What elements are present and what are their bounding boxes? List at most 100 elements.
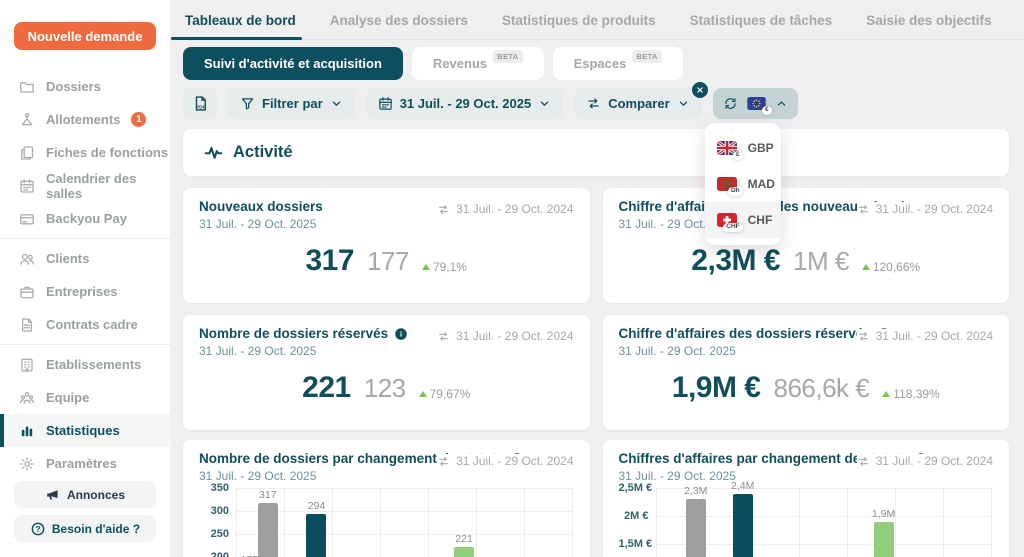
currency-code: MAD bbox=[747, 177, 775, 191]
card-period: 31 Juil. - 29 Oct. 2025 bbox=[199, 469, 317, 483]
sidebar-item-users[interactable]: Clients bbox=[0, 242, 170, 275]
tab-1[interactable]: Analyse des dossiers bbox=[328, 13, 470, 39]
currency-dropdown: £ GBP Dh MAD CHF CHF bbox=[704, 123, 781, 245]
clear-compare-button[interactable] bbox=[691, 82, 708, 98]
tab-4[interactable]: Saisie des objectifs bbox=[864, 13, 993, 39]
gridline bbox=[523, 488, 525, 557]
sidebar-item-label: Clients bbox=[46, 251, 90, 266]
filter-button[interactable]: Filtrer par bbox=[228, 88, 355, 119]
question-icon: ? bbox=[30, 521, 46, 537]
gridline bbox=[943, 488, 945, 557]
card-compare-period: 31 Juil. - 29 Oct. 2024 bbox=[856, 202, 993, 216]
gridline bbox=[379, 488, 381, 557]
sidebar-item-chart[interactable]: Statistiques bbox=[0, 414, 170, 447]
divider bbox=[0, 238, 170, 239]
sidebar-item-label: Entreprises bbox=[46, 284, 118, 299]
currency-option-gbp[interactable]: £ GBP bbox=[705, 130, 781, 166]
gridline bbox=[283, 488, 285, 557]
tab-2[interactable]: Statistiques de produits bbox=[500, 13, 658, 39]
stat-delta: 120,66% bbox=[861, 260, 921, 274]
subtab-0[interactable]: Suivi d'activité et acquisition bbox=[183, 47, 403, 80]
bar-chart: 2,5M € 2M € 1,5M € 2,3M 2,4M 1,9M bbox=[618, 480, 994, 557]
stat-delta: 79,67% bbox=[418, 387, 470, 401]
sidebar-item-hanger[interactable]: Allotements 1 bbox=[0, 103, 170, 136]
card-period: 31 Juil. - 29 Oct. 2025 bbox=[618, 344, 736, 358]
stat-delta-value: 120,66% bbox=[872, 260, 921, 274]
sidebar-item-calendar[interactable]: Calendrier des salles bbox=[0, 169, 170, 202]
chf-flag-icon: CHF bbox=[716, 213, 743, 232]
stat-previous-value: 1M € bbox=[793, 246, 849, 276]
users-icon bbox=[19, 251, 35, 267]
sidebar-item-label: Allotements bbox=[46, 112, 121, 127]
divider bbox=[0, 344, 170, 345]
sidebar-item-label: Contrats cadre bbox=[46, 317, 138, 332]
stat-card: Chiffre d'affaires estimé des nouveaux d… bbox=[602, 188, 1009, 303]
tab-3[interactable]: Statistiques de tâches bbox=[688, 13, 835, 39]
calendar-icon bbox=[19, 178, 35, 194]
y-axis-tick: 300 bbox=[210, 505, 229, 517]
beta-badge: BETA bbox=[493, 50, 523, 63]
sidebar-item-copy[interactable]: Fiches de fonctions bbox=[0, 136, 170, 169]
sidebar-item-label: Equipe bbox=[46, 390, 90, 405]
announcements-button[interactable]: Annonces bbox=[14, 481, 156, 508]
sidebar-item-card[interactable]: Backyou Pay bbox=[0, 202, 170, 235]
subtab-2[interactable]: Espaces BETA bbox=[552, 47, 683, 80]
currency-symbol-badge: CHF bbox=[723, 222, 743, 232]
compare-icon bbox=[437, 203, 450, 216]
chart-bar bbox=[454, 547, 475, 557]
increase-triangle-icon bbox=[418, 391, 427, 397]
date-range-button[interactable]: 31 Juil. - 29 Oct. 2025 bbox=[365, 88, 564, 119]
copy-icon bbox=[19, 145, 35, 161]
mad-flag-icon: Dh bbox=[716, 177, 743, 196]
subtab-1[interactable]: Revenus BETA bbox=[411, 47, 544, 80]
chart-cards-grid: Nombre de dossiers par changement de sta… bbox=[183, 440, 1009, 557]
tab-0[interactable]: Tableaux de bord bbox=[171, 13, 302, 40]
sidebar-item-label: Dossiers bbox=[46, 79, 101, 94]
y-axis-tick: 2M € bbox=[624, 510, 649, 522]
card-period: 31 Juil. - 29 Oct. 2025 bbox=[199, 217, 317, 231]
stat-values: 2,3M € 1M € 120,66% bbox=[619, 244, 994, 278]
sidebar-item-briefcase[interactable]: Entreprises bbox=[0, 275, 170, 308]
chart-bar-label: 294 bbox=[307, 499, 326, 512]
chart-bar bbox=[257, 503, 278, 557]
sidebar-nav: Dossiers Allotements 1 Fiches de fonctions C… bbox=[0, 70, 170, 480]
y-axis-tick: 200 bbox=[210, 551, 229, 557]
sidebar-item-team[interactable]: Equipe bbox=[0, 381, 170, 414]
section-title: Activité bbox=[233, 143, 293, 161]
currency-button[interactable]: € bbox=[712, 88, 798, 119]
chevron-down-icon bbox=[538, 97, 551, 110]
calendar-icon bbox=[378, 96, 393, 111]
eu-flag-icon: € bbox=[746, 97, 772, 115]
compare-icon bbox=[857, 203, 870, 216]
compare-icon bbox=[586, 96, 601, 111]
stat-card: Nouveaux dossiers 31 Juil. - 29 Oct. 2025… bbox=[183, 188, 590, 303]
currency-option-chf[interactable]: CHF CHF bbox=[704, 202, 781, 238]
help-label: Besoin d'aide ? bbox=[51, 521, 141, 536]
briefcase-icon bbox=[19, 284, 35, 300]
chart-card: Chiffres d'affaires par changement de st… bbox=[602, 440, 1009, 557]
gridline bbox=[571, 488, 573, 557]
sidebar-item-building[interactable]: Etablissements bbox=[0, 348, 170, 381]
export-pdf-button[interactable]: PDF bbox=[183, 88, 217, 119]
help-button[interactable]: ? Besoin d'aide ? bbox=[14, 515, 156, 542]
chevron-down-icon bbox=[330, 97, 343, 110]
new-request-button[interactable]: Nouvelle demande bbox=[14, 22, 156, 50]
chart-bar bbox=[732, 493, 753, 557]
card-compare-period: 31 Juil. - 29 Oct. 2024 bbox=[437, 329, 574, 343]
pdf-export-icon: PDF bbox=[192, 95, 209, 112]
card-compare-period: 31 Juil. - 29 Oct. 2024 bbox=[437, 202, 574, 216]
gridline bbox=[475, 488, 477, 557]
y-axis-tick: 1,5M € bbox=[618, 538, 653, 550]
currency-option-mad[interactable]: Dh MAD bbox=[705, 166, 781, 202]
gridline bbox=[847, 488, 849, 557]
currency-symbol-badge: Dh bbox=[727, 186, 743, 196]
y-axis-tick: 250 bbox=[210, 528, 229, 540]
activity-section-header: Activité bbox=[183, 129, 1009, 176]
compare-button[interactable]: Comparer bbox=[574, 88, 702, 119]
sidebar-item-gear[interactable]: Paramètres bbox=[0, 447, 170, 480]
close-icon bbox=[694, 84, 706, 96]
sidebar-item-file[interactable]: Contrats cadre bbox=[0, 308, 170, 341]
card-compare-period: 31 Juil. - 29 Oct. 2024 bbox=[856, 454, 993, 468]
sidebar-item-folder[interactable]: Dossiers bbox=[0, 70, 170, 103]
gridline bbox=[331, 488, 333, 557]
